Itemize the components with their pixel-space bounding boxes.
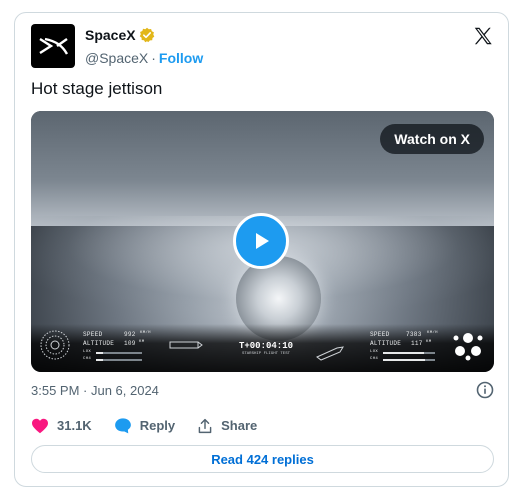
- share-button[interactable]: Share: [197, 418, 257, 434]
- ship-altitude-label: ALTITUDE: [370, 340, 402, 347]
- ship-engine-diagram-icon: [453, 333, 483, 361]
- booster-ch4-label: CH4: [83, 357, 92, 361]
- tweet-timestamp[interactable]: 3:55 PM · Jun 6, 2024: [31, 383, 159, 398]
- spacex-logo-icon: [39, 37, 69, 55]
- ship-ch4-label: CH4: [370, 357, 379, 361]
- booster-engine-diagram-icon: [40, 330, 70, 360]
- tweet-embed-card: SpaceX @SpaceX · Follow Hot stage jettis…: [14, 12, 509, 487]
- booster-altitude-value: 109: [124, 340, 136, 347]
- reply-label: Reply: [139, 418, 176, 433]
- booster-ch4-bar: [96, 359, 142, 361]
- reply-button[interactable]: Reply: [114, 417, 175, 434]
- mission-subtitle: STARSHIP FLIGHT TEST: [241, 352, 290, 356]
- share-label: Share: [221, 418, 258, 433]
- ship-speed-value: 7383: [406, 331, 422, 338]
- ship-altitude-unit: KM: [426, 340, 432, 344]
- ship-altitude-value: 117: [411, 340, 423, 347]
- follow-button[interactable]: Follow: [159, 50, 203, 66]
- mission-clock: T+00:04:10: [238, 341, 293, 351]
- watch-on-x-button[interactable]: Watch on X: [380, 124, 484, 154]
- reply-bubble-icon: [114, 418, 131, 434]
- play-icon: [256, 233, 269, 249]
- tweet-text: Hot stage jettison: [31, 79, 163, 98]
- ship-lox-label: LOX: [370, 350, 379, 354]
- booster-altitude-unit: KM: [139, 340, 145, 344]
- ship-silhouette-icon: [316, 346, 344, 361]
- timestamp-text[interactable]: 3:55 PM · Jun 6, 2024: [31, 383, 159, 398]
- separator: ·: [151, 50, 156, 66]
- x-logo-icon[interactable]: [472, 25, 494, 47]
- booster-speed-value: 992: [124, 331, 136, 338]
- info-icon[interactable]: [476, 381, 494, 399]
- read-replies-button[interactable]: Read 424 replies: [31, 445, 494, 473]
- handle[interactable]: @SpaceX: [85, 50, 148, 66]
- handle-row: @SpaceX · Follow: [85, 50, 203, 66]
- booster-speed-label: SPEED: [83, 331, 103, 338]
- display-name[interactable]: SpaceX: [85, 27, 136, 43]
- play-button[interactable]: [233, 213, 289, 269]
- video-media[interactable]: Watch on X SPEED 992 KM/H ALTITUDE 109 K…: [31, 111, 494, 372]
- ship-ch4-bar: [383, 359, 435, 361]
- verified-badge-icon: [139, 27, 155, 43]
- author-name-row: SpaceX: [85, 27, 155, 43]
- ship-speed-unit: KM/H: [427, 331, 438, 335]
- avatar[interactable]: [31, 24, 75, 68]
- ship-speed-label: SPEED: [370, 331, 390, 338]
- like-button[interactable]: 31.1K: [31, 418, 92, 434]
- booster-silhouette-icon: [169, 341, 203, 349]
- heart-icon: [32, 418, 48, 433]
- action-bar: 31.1K Reply Share: [31, 417, 279, 434]
- booster-altitude-label: ALTITUDE: [83, 340, 115, 347]
- booster-lox-label: LOX: [83, 350, 92, 354]
- like-count: 31.1K: [57, 418, 92, 433]
- booster-speed-unit: KM/H: [140, 331, 151, 335]
- share-icon: [198, 418, 212, 433]
- booster-lox-bar: [96, 352, 142, 354]
- ship-lox-bar: [383, 352, 435, 354]
